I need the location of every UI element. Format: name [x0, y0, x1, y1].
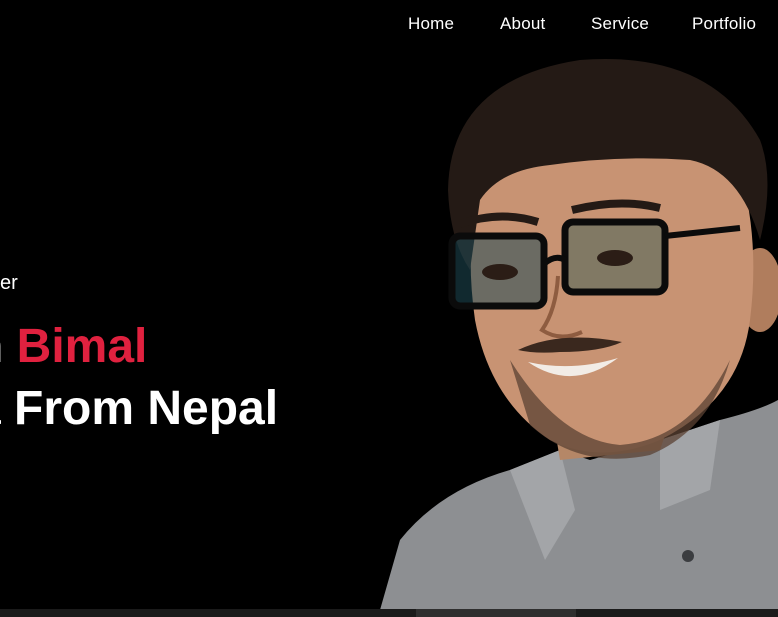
portrait-photo	[380, 59, 778, 610]
headline-line-2-text: a From Nepal	[0, 382, 279, 435]
nav-portfolio-link[interactable]: Portfolio	[692, 14, 756, 34]
hero-headline: n Bimal a From Nepal	[0, 316, 278, 440]
scroll-thumb[interactable]	[416, 609, 576, 617]
hero-section: Home About Service Portfolio er n Bimal …	[0, 0, 778, 617]
nav-service-link[interactable]: Service	[591, 14, 649, 34]
nav-home-link[interactable]: Home	[408, 14, 454, 34]
hero-subtitle-text: er	[0, 272, 18, 294]
headline-line-2: a From Nepal	[0, 378, 278, 440]
hero-subtitle: er	[0, 272, 18, 295]
headline-name: Bimal	[16, 320, 148, 373]
headline-prefix: n	[0, 320, 17, 373]
eye-left	[482, 264, 518, 280]
headline-line-1: n Bimal	[0, 316, 278, 378]
shirt-button	[682, 550, 694, 562]
nav-about-link[interactable]: About	[500, 14, 545, 34]
eye-right	[597, 250, 633, 266]
bottom-scroll-strip	[0, 609, 778, 617]
